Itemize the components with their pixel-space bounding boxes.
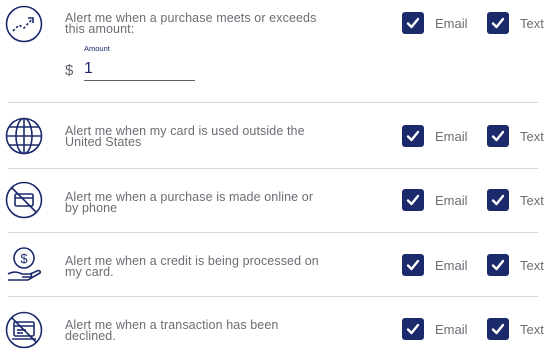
alert-row-purchase-amount: Alert me when a purchase meets or exceed… xyxy=(0,0,546,100)
text-checkbox[interactable] xyxy=(487,12,509,34)
checkmark-icon xyxy=(491,194,505,206)
text-label: Text xyxy=(520,193,544,208)
checkmark-icon xyxy=(491,259,505,271)
text-checkbox[interactable] xyxy=(487,318,509,340)
trending-up-icon xyxy=(4,4,44,44)
alert-label: Alert me when my card is used outside th… xyxy=(65,124,305,149)
email-checkbox[interactable] xyxy=(402,12,424,34)
email-label: Email xyxy=(435,193,468,208)
email-label: Email xyxy=(435,322,468,337)
no-card-icon xyxy=(4,180,44,220)
email-checkbox[interactable] xyxy=(402,125,424,147)
text-label: Text xyxy=(520,258,544,273)
alert-label: Alert me when a purchase meets or exceed… xyxy=(65,11,317,36)
checkmark-icon xyxy=(406,194,420,206)
globe-icon xyxy=(4,116,44,156)
dollar-hand-icon: $ xyxy=(4,244,44,284)
text-checkbox[interactable] xyxy=(487,125,509,147)
amount-input[interactable] xyxy=(84,58,195,81)
svg-text:$: $ xyxy=(20,251,28,266)
divider xyxy=(8,296,538,297)
amount-caption: Amount xyxy=(84,44,110,53)
checkmark-icon xyxy=(406,259,420,271)
alert-row-credit: $ Alert me when a credit is being proces… xyxy=(0,234,546,296)
alert-label: Alert me when a transaction has been dec… xyxy=(65,318,279,343)
checkmark-icon xyxy=(406,130,420,142)
text-label: Text xyxy=(520,16,544,31)
alert-row-declined: Alert me when a transaction has been dec… xyxy=(0,298,546,360)
email-label: Email xyxy=(435,129,468,144)
alert-row-online-phone: Alert me when a purchase is made online … xyxy=(0,170,546,232)
alert-row-outside-us: Alert me when my card is used outside th… xyxy=(0,104,546,168)
email-checkbox[interactable] xyxy=(402,254,424,276)
divider xyxy=(8,102,538,103)
currency-symbol: $ xyxy=(65,62,74,79)
text-label: Text xyxy=(520,322,544,337)
email-label: Email xyxy=(435,258,468,273)
divider xyxy=(8,168,538,169)
checkmark-icon xyxy=(491,17,505,29)
divider xyxy=(8,232,538,233)
declined-card-icon xyxy=(4,310,44,350)
email-checkbox[interactable] xyxy=(402,318,424,340)
alert-label: Alert me when a credit is being processe… xyxy=(65,254,319,279)
email-checkbox[interactable] xyxy=(402,189,424,211)
text-checkbox[interactable] xyxy=(487,189,509,211)
alert-label: Alert me when a purchase is made online … xyxy=(65,190,314,215)
checkmark-icon xyxy=(406,323,420,335)
text-checkbox[interactable] xyxy=(487,254,509,276)
email-label: Email xyxy=(435,16,468,31)
text-label: Text xyxy=(520,129,544,144)
checkmark-icon xyxy=(406,17,420,29)
checkmark-icon xyxy=(491,130,505,142)
checkmark-icon xyxy=(491,323,505,335)
